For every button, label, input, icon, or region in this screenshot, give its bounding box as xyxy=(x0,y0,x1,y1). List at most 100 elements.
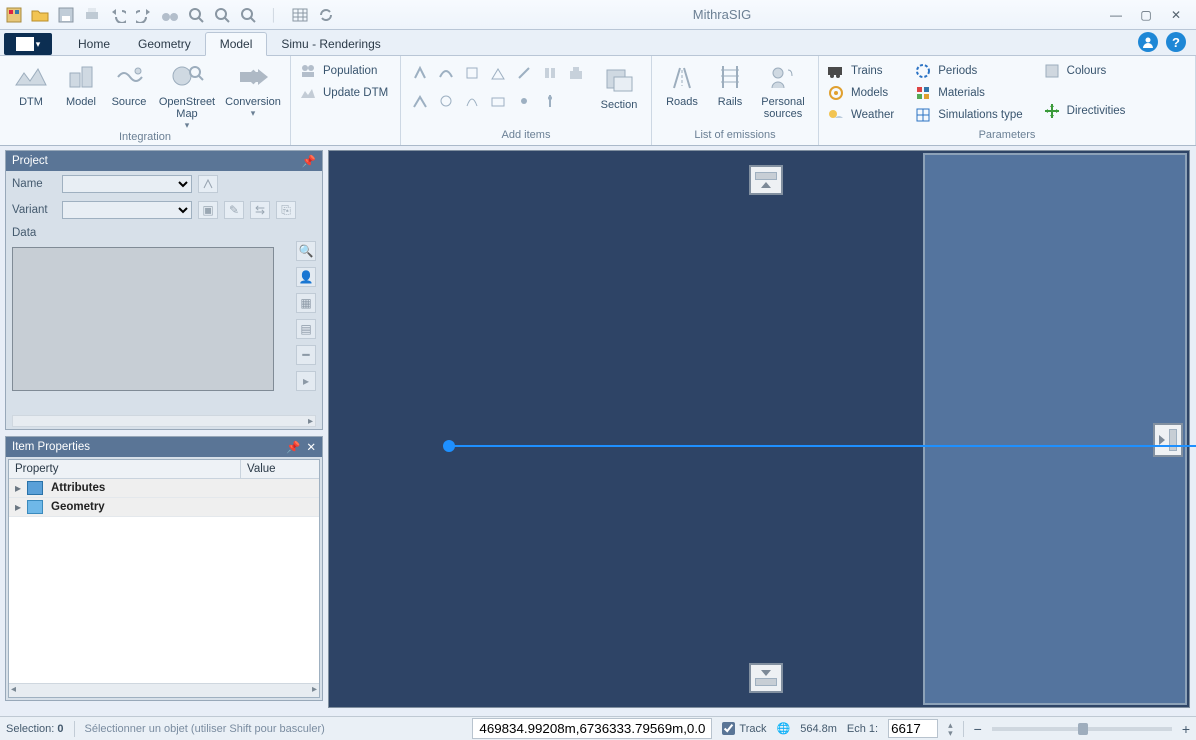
track-checkbox[interactable]: Track xyxy=(722,722,766,735)
tab-model[interactable]: Model xyxy=(205,32,268,56)
data-tool-arrow-icon[interactable]: ▸ xyxy=(296,371,316,391)
variant-action-3-icon[interactable]: ⇆ xyxy=(250,201,270,219)
openstreetmap-button[interactable]: OpenStreet Map▾ xyxy=(156,60,218,131)
dock-handle-right[interactable] xyxy=(1153,423,1183,457)
directivities-button[interactable]: Directivities xyxy=(1043,100,1126,122)
save-icon[interactable] xyxy=(56,5,76,25)
data-tool-grid2-icon[interactable]: ▤ xyxy=(296,319,316,339)
coords-field[interactable] xyxy=(472,718,712,739)
expand-icon[interactable]: ▸ xyxy=(9,481,27,495)
additem-tool[interactable] xyxy=(539,88,561,114)
section-button[interactable]: Section xyxy=(595,63,643,111)
models-button[interactable]: Models xyxy=(827,82,894,104)
population-button[interactable]: Population xyxy=(299,60,392,82)
binoculars-icon[interactable] xyxy=(160,5,180,25)
print-icon[interactable] xyxy=(82,5,102,25)
prop-row-geometry[interactable]: ▸ Geometry xyxy=(9,498,319,517)
title-bar: │ MithraSIG — ▢ ✕ xyxy=(0,0,1196,30)
divider: │ xyxy=(264,5,284,25)
data-tool-user-icon[interactable]: 👤 xyxy=(296,267,316,287)
ribbon-group-emissions: Roads Rails Personal sources List of emi… xyxy=(652,56,819,145)
group-label-parameters: Parameters xyxy=(827,129,1187,143)
tab-simu-renderings[interactable]: Simu - Renderings xyxy=(267,33,394,55)
name-label: Name xyxy=(12,178,56,190)
open-icon[interactable] xyxy=(30,5,50,25)
rails-button[interactable]: Rails xyxy=(710,60,750,108)
globe-icon[interactable]: 🌐 xyxy=(777,722,791,735)
simulations-type-button[interactable]: Simulations type xyxy=(914,104,1022,126)
dtm-button[interactable]: DTM xyxy=(8,60,54,108)
data-tool-zoom-icon[interactable]: 🔍 xyxy=(296,241,316,261)
zoom-out-button[interactable]: − xyxy=(974,721,982,737)
ribbon-group-update: Population Update DTM xyxy=(291,56,401,145)
periods-button[interactable]: Periods xyxy=(914,60,1022,82)
tab-geometry[interactable]: Geometry xyxy=(124,33,205,55)
group-label-add-items: Add items xyxy=(409,129,643,143)
user-icon[interactable] xyxy=(1138,32,1158,52)
zoom-fit-icon[interactable] xyxy=(238,5,258,25)
weather-button[interactable]: Weather xyxy=(827,104,894,126)
redo-icon[interactable] xyxy=(134,5,154,25)
source-button[interactable]: Source xyxy=(108,60,150,108)
variant-action-2-icon[interactable]: ✎ xyxy=(224,201,244,219)
refresh-icon[interactable] xyxy=(316,5,336,25)
propgrid-scrollbar[interactable]: ◂▸ xyxy=(9,683,319,697)
pin-icon[interactable]: 📌 xyxy=(302,154,316,168)
maximize-button[interactable]: ▢ xyxy=(1138,8,1154,22)
colours-button[interactable]: Colours xyxy=(1043,60,1126,82)
additem-tool[interactable] xyxy=(539,60,561,86)
conversion-button[interactable]: Conversion▾ xyxy=(224,60,282,119)
materials-button[interactable]: Materials xyxy=(914,82,1022,104)
variant-action-1-icon[interactable]: ▣ xyxy=(198,201,218,219)
data-listbox[interactable] xyxy=(12,247,274,391)
additem-tool[interactable] xyxy=(409,88,431,114)
ech-field[interactable] xyxy=(888,719,938,738)
zoom-in-icon[interactable] xyxy=(186,5,206,25)
additem-tool[interactable] xyxy=(487,60,509,86)
variant-label: Variant xyxy=(12,204,56,216)
update-dtm-button[interactable]: Update DTM xyxy=(299,82,392,104)
additem-tool[interactable] xyxy=(461,60,483,86)
zoom-slider[interactable] xyxy=(992,727,1172,731)
expand-icon[interactable]: ▸ xyxy=(9,500,27,514)
data-scrollbar[interactable]: ▸ xyxy=(12,415,316,427)
pin-icon[interactable]: 📌 xyxy=(286,440,300,454)
close-button[interactable]: ✕ xyxy=(1168,8,1184,22)
minimize-button[interactable]: — xyxy=(1108,8,1124,22)
additem-tool[interactable] xyxy=(461,88,483,114)
map-viewport[interactable] xyxy=(328,150,1190,708)
trains-button[interactable]: Trains xyxy=(827,60,894,82)
variant-select[interactable] xyxy=(62,201,192,219)
model-button[interactable]: Model xyxy=(60,60,102,108)
additem-tool[interactable] xyxy=(435,60,457,86)
additem-tool[interactable] xyxy=(513,60,535,86)
name-action-icon[interactable] xyxy=(198,175,218,193)
additem-tool[interactable] xyxy=(565,60,587,86)
file-menu-chip[interactable]: ▾ xyxy=(4,33,52,55)
annotation-arrow xyxy=(449,445,1196,447)
dock-handle-top[interactable] xyxy=(749,165,783,195)
project-panel-title: Project xyxy=(12,155,48,167)
variant-action-4-icon[interactable]: ⎘ xyxy=(276,201,296,219)
ribbon-tabs: ▾ Home Geometry Model Simu - Renderings … xyxy=(0,30,1196,56)
close-panel-icon[interactable]: ✕ xyxy=(306,440,316,454)
additem-tool[interactable] xyxy=(513,88,535,114)
table-icon[interactable] xyxy=(290,5,310,25)
additem-tool[interactable] xyxy=(435,88,457,114)
additem-tool[interactable] xyxy=(487,88,509,114)
undo-icon[interactable] xyxy=(108,5,128,25)
zoom-out-icon[interactable] xyxy=(212,5,232,25)
help-icon[interactable]: ? xyxy=(1166,32,1186,52)
group-label-integration: Integration xyxy=(8,131,282,145)
dock-handle-bottom[interactable] xyxy=(749,663,783,693)
data-tool-grid1-icon[interactable]: ▦ xyxy=(296,293,316,313)
data-tool-line-icon[interactable]: ━ xyxy=(296,345,316,365)
additem-tool[interactable] xyxy=(409,60,431,86)
ech-spinner-icon[interactable]: ▴▾ xyxy=(948,721,953,737)
personal-sources-button[interactable]: Personal sources xyxy=(756,60,810,120)
roads-button[interactable]: Roads xyxy=(660,60,704,108)
zoom-in-button[interactable]: + xyxy=(1182,721,1190,737)
name-select[interactable] xyxy=(62,175,192,193)
prop-row-attributes[interactable]: ▸ Attributes xyxy=(9,479,319,498)
tab-home[interactable]: Home xyxy=(64,33,124,55)
